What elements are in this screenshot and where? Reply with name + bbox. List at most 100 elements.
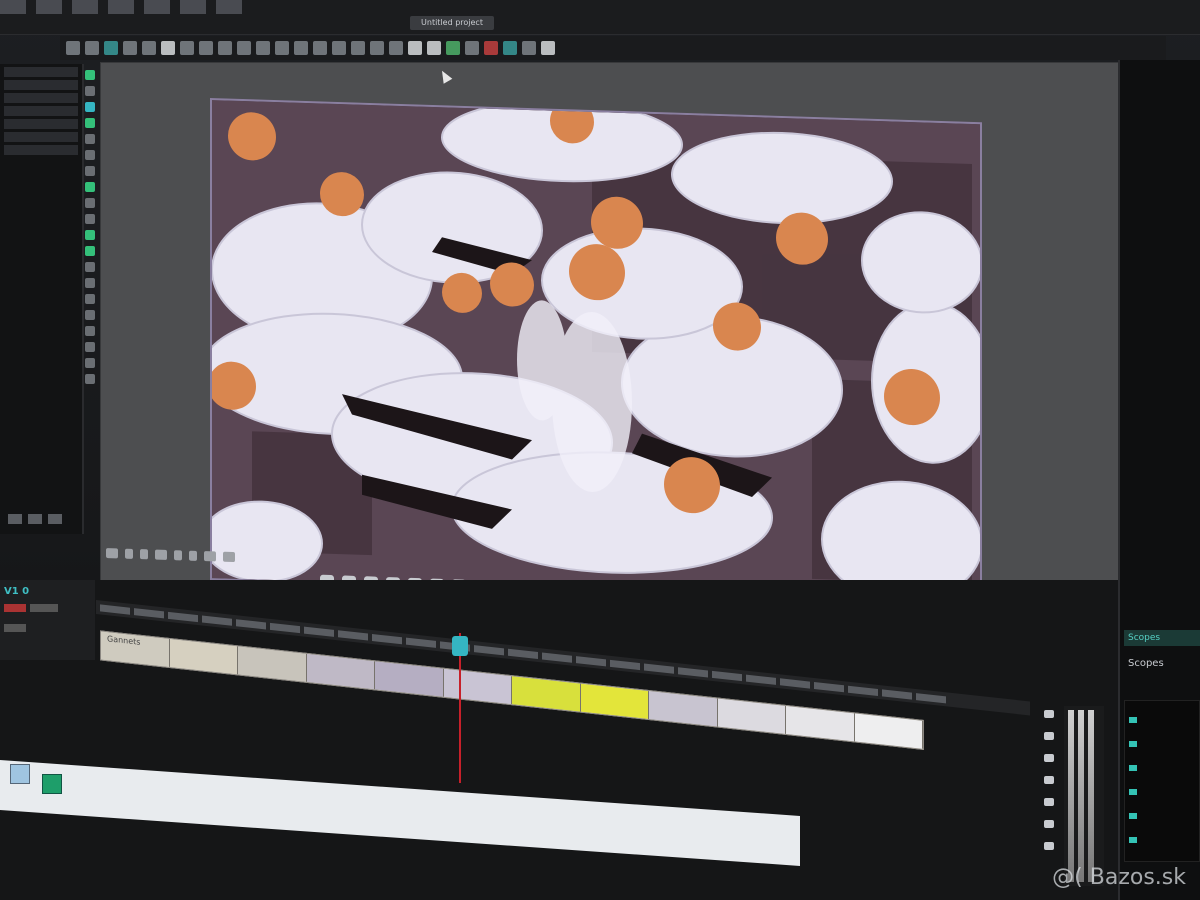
mark-in-icon[interactable] <box>174 550 182 561</box>
cut-icon[interactable] <box>66 41 80 55</box>
tool-icon[interactable] <box>85 358 95 368</box>
meter-button[interactable] <box>1044 820 1054 828</box>
tool-icon[interactable] <box>85 246 95 256</box>
panel-button[interactable] <box>28 514 42 524</box>
meter-button[interactable] <box>1044 754 1054 762</box>
app-icon[interactable] <box>42 774 62 794</box>
panel-button[interactable] <box>8 514 22 524</box>
meter-master-channel <box>1088 710 1094 882</box>
tool-icon[interactable] <box>85 326 95 336</box>
overlay-icon[interactable] <box>408 41 422 55</box>
meter-button[interactable] <box>1044 842 1054 850</box>
media-browser-panel <box>0 64 84 534</box>
menu-icon-1[interactable] <box>0 0 26 14</box>
tool-icon[interactable] <box>85 278 95 288</box>
grid-icon[interactable] <box>465 41 479 55</box>
scopes-tab[interactable]: Scopes <box>1124 630 1200 646</box>
media-item[interactable] <box>4 80 78 90</box>
slide-icon[interactable] <box>142 41 156 55</box>
menu-icon-3[interactable] <box>72 0 98 14</box>
record-icon[interactable] <box>140 549 148 560</box>
save-icon[interactable] <box>10 764 30 784</box>
tool-icon[interactable] <box>85 166 95 176</box>
go-end-icon[interactable] <box>223 551 235 563</box>
tool-icon[interactable] <box>85 102 95 112</box>
blade-icon[interactable] <box>370 41 384 55</box>
tool-icon[interactable] <box>85 134 95 144</box>
zoom-icon[interactable] <box>332 41 346 55</box>
link-icon[interactable] <box>275 41 289 55</box>
tool-icon[interactable] <box>85 214 95 224</box>
playhead-handle[interactable] <box>452 636 468 656</box>
edit-toolbar <box>60 36 1166 60</box>
waveform-scope <box>1124 700 1200 862</box>
ripple-icon[interactable] <box>313 41 327 55</box>
export-icon[interactable] <box>522 41 536 55</box>
tool-icon[interactable] <box>85 310 95 320</box>
meter-button[interactable] <box>1044 710 1054 718</box>
mark-out-icon[interactable] <box>189 550 197 561</box>
media-item[interactable] <box>4 145 78 155</box>
marker-icon[interactable] <box>256 41 270 55</box>
tool-icon[interactable] <box>85 262 95 272</box>
media-item[interactable] <box>4 132 78 142</box>
menu-icon-7[interactable] <box>216 0 242 14</box>
menu-icon-5[interactable] <box>144 0 170 14</box>
slip-icon[interactable] <box>123 41 137 55</box>
track-header: V1 0 <box>0 580 95 660</box>
loop-icon[interactable] <box>155 549 167 560</box>
record-icon[interactable] <box>484 41 498 55</box>
text-icon[interactable] <box>199 41 213 55</box>
mask-icon[interactable] <box>427 41 441 55</box>
track-label: V1 0 <box>4 586 30 597</box>
menu-icon-4[interactable] <box>108 0 134 14</box>
watermark: @( Bazos.sk <box>1052 865 1186 890</box>
color-icon[interactable] <box>218 41 232 55</box>
tool-icon[interactable] <box>85 70 95 80</box>
transform-icon[interactable] <box>161 41 175 55</box>
trim-icon[interactable] <box>104 41 118 55</box>
track-solo-button[interactable] <box>4 624 26 632</box>
stop-icon[interactable] <box>125 548 133 559</box>
track-lock-button[interactable] <box>30 604 58 612</box>
play-icon[interactable] <box>106 548 118 559</box>
meter-button[interactable] <box>1044 732 1054 740</box>
snap-icon[interactable] <box>294 41 308 55</box>
tool-icon[interactable] <box>85 86 95 96</box>
panel-button[interactable] <box>48 514 62 524</box>
tool-icon[interactable] <box>85 342 95 352</box>
effects-icon[interactable] <box>237 41 251 55</box>
render-icon[interactable] <box>503 41 517 55</box>
audio-level-meter <box>1064 706 1104 886</box>
select-icon[interactable] <box>85 41 99 55</box>
crop-icon[interactable] <box>180 41 194 55</box>
meter-right-channel <box>1078 710 1084 882</box>
menu-icons <box>0 0 242 14</box>
tool-icon[interactable] <box>85 150 95 160</box>
meter-button[interactable] <box>1044 776 1054 784</box>
green-screen-icon[interactable] <box>446 41 460 55</box>
tool-icon[interactable] <box>85 230 95 240</box>
scopes-panel-label: Scopes <box>1128 658 1164 669</box>
menu-icon-2[interactable] <box>36 0 62 14</box>
media-item[interactable] <box>4 119 78 129</box>
tool-icon[interactable] <box>85 294 95 304</box>
tool-icon[interactable] <box>85 118 95 128</box>
video-preview[interactable] <box>210 98 982 605</box>
media-item[interactable] <box>4 106 78 116</box>
settings-icon[interactable] <box>541 41 555 55</box>
editor-screen: Untitled project V1 0 Gannets Scopes Sco… <box>0 0 1200 900</box>
media-item[interactable] <box>4 67 78 77</box>
tool-icon[interactable] <box>85 182 95 192</box>
hand-icon[interactable] <box>351 41 365 55</box>
tool-icon[interactable] <box>85 374 95 384</box>
meter-left-channel <box>1068 710 1074 882</box>
audio-icon[interactable] <box>389 41 403 55</box>
track-mute-button[interactable] <box>4 604 26 612</box>
audio-meter-controls <box>1044 710 1058 880</box>
tool-icon[interactable] <box>85 198 95 208</box>
menu-icon-6[interactable] <box>180 0 206 14</box>
go-start-icon[interactable] <box>204 551 216 562</box>
meter-button[interactable] <box>1044 798 1054 806</box>
media-item[interactable] <box>4 93 78 103</box>
